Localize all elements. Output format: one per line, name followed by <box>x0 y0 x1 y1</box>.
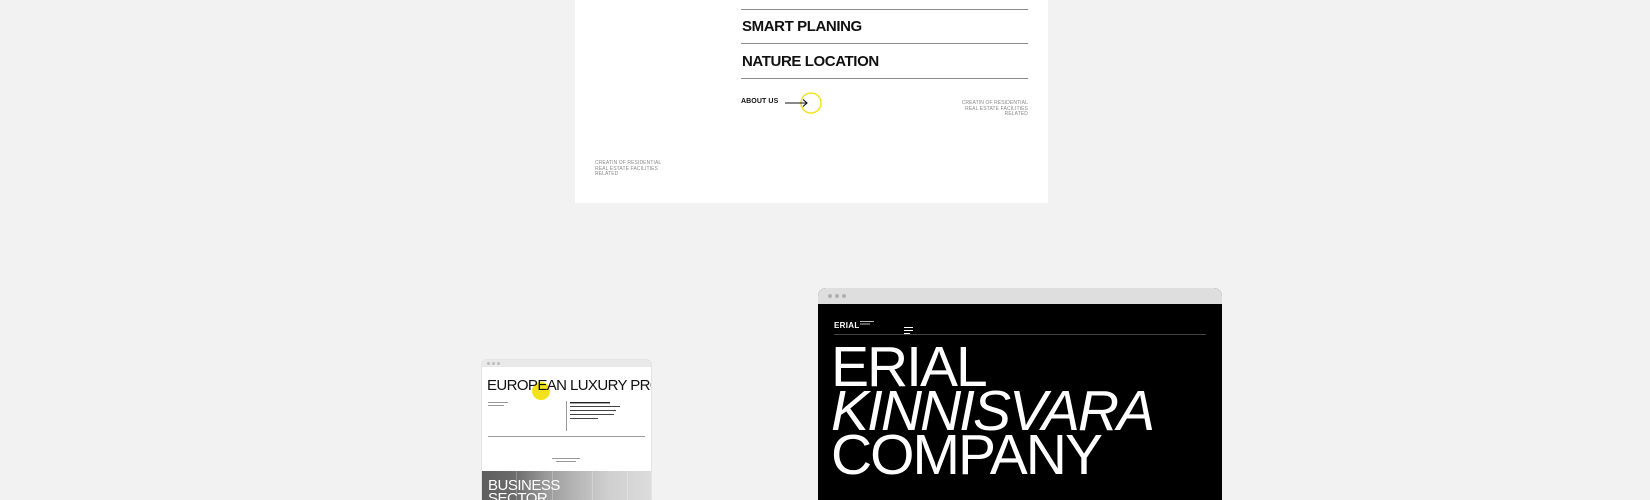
site-logo[interactable]: ERIAL <box>834 321 860 330</box>
yellow-accent-circle <box>532 382 550 400</box>
divider <box>566 401 567 431</box>
desktop-browser-bar <box>818 288 1222 304</box>
divider <box>741 43 1028 44</box>
note-right: CREATIN OF RESIDENTIAL REAL ESTATE FACIL… <box>961 100 1028 117</box>
tablet-paragraph-placeholder <box>570 402 620 419</box>
window-dot-icon <box>497 362 500 365</box>
feature-nature-location: NATURE LOCATION <box>742 53 879 70</box>
photo-heading: BUSINESS SECTOR <box>488 477 560 500</box>
divider <box>488 436 645 437</box>
window-dot-icon <box>828 294 832 298</box>
tablet-page-title: EUROPEAN LUXURY PRO <box>487 377 651 394</box>
website-section-card: SMART PLANING NATURE LOCATION ABOUT US C… <box>575 0 1048 203</box>
tablet-caption-placeholder <box>552 458 580 462</box>
logo-tagline-placeholder <box>860 321 874 325</box>
tablet-mockup: EUROPEAN LUXURY PRO BUSINESS SECTOR <box>482 360 651 500</box>
window-dot-icon <box>492 362 495 365</box>
about-us-link[interactable]: ABOUT US <box>741 98 778 105</box>
tablet-browser-bar <box>482 360 651 367</box>
divider <box>741 78 1028 79</box>
about-us-arrow-button[interactable] <box>783 91 823 115</box>
arrow-right-icon <box>785 92 822 114</box>
feature-smart-planing: SMART PLANING <box>742 18 862 35</box>
divider <box>741 9 1028 10</box>
window-dot-icon <box>487 362 490 365</box>
building-photo: BUSINESS SECTOR <box>482 471 651 500</box>
desktop-mockup: ERIAL ERIAL KINNISVARA COMPANY <box>818 288 1222 500</box>
hamburger-icon[interactable] <box>904 321 913 334</box>
hero-line-3: COMPANY <box>831 423 1103 487</box>
window-dot-icon <box>835 294 839 298</box>
window-dot-icon <box>842 294 846 298</box>
tablet-small-text-placeholder <box>488 402 508 406</box>
note-left: CREATIN OF RESIDENTIAL REAL ESTATE FACIL… <box>595 160 662 177</box>
